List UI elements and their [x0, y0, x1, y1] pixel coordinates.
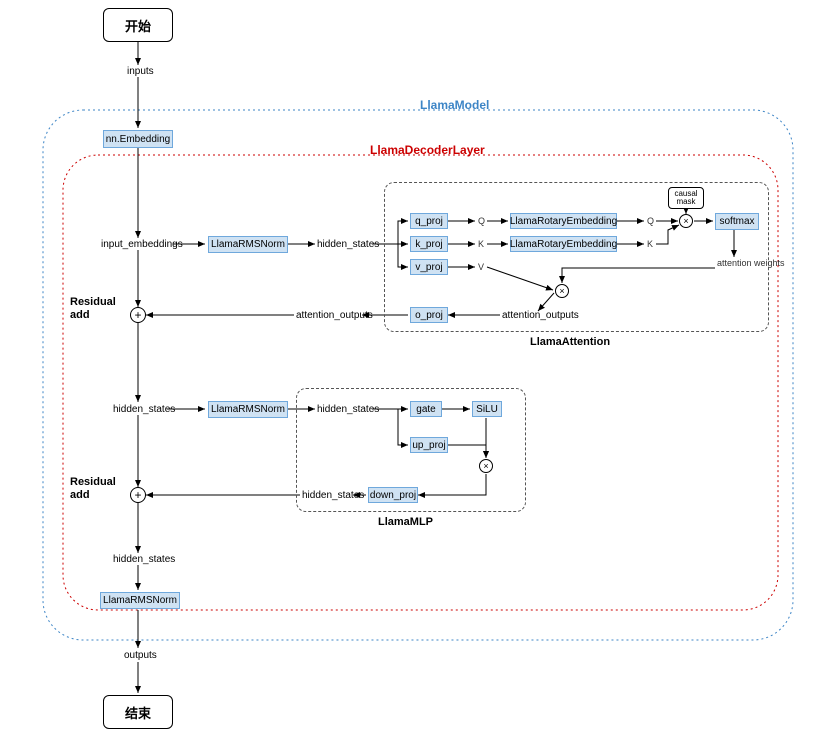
input-embeddings-label: input_embeddings [101, 239, 183, 250]
outputs-label: outputs [124, 650, 157, 661]
hidden-states-mlp-label: hidden_states [302, 490, 364, 501]
llama-decoder-title: LlamaDecoderLayer [370, 143, 485, 157]
llama-attention-title: LlamaAttention [530, 336, 610, 348]
rmsnorm-2-label: LlamaRMSNorm [211, 404, 285, 415]
o-proj-label: o_proj [415, 310, 443, 321]
nn-embedding-module: nn.Embedding [103, 130, 173, 148]
k-proj-label: k_proj [415, 239, 442, 250]
rmsnorm-1-label: LlamaRMSNorm [211, 239, 285, 250]
rmsnorm-1-module: LlamaRMSNorm [208, 236, 288, 253]
llama-model-title: LlamaModel [420, 98, 489, 112]
llama-mlp-title: LlamaMLP [378, 516, 433, 528]
k2-label: K [647, 239, 653, 249]
end-node: 结束 [103, 695, 173, 729]
down-proj-module: down_proj [368, 487, 418, 503]
residual-add-1-label: Residualadd [70, 296, 116, 322]
k-proj-module: k_proj [410, 236, 448, 252]
up-proj-module: up_proj [410, 437, 448, 453]
attn-outputs-left-label: attention_outputs [296, 310, 373, 321]
start-label: 开始 [125, 16, 151, 35]
hidden-states-2-label: hidden_states [113, 404, 175, 415]
mult-mlp-icon: × [479, 459, 493, 473]
residual-add-2-icon: + [130, 487, 146, 503]
rotary-q-module: LlamaRotaryEmbedding [510, 213, 617, 229]
inputs-label: inputs [127, 66, 154, 77]
softmax-label: softmax [720, 216, 755, 227]
rotary-k-module: LlamaRotaryEmbedding [510, 236, 617, 252]
hidden-states-1-label: hidden_states [317, 239, 379, 250]
attn-outputs-right-label: attention_outputs [502, 310, 579, 321]
residual-add-1-icon: + [130, 307, 146, 323]
hidden-states-4-label: hidden_states [113, 554, 175, 565]
rotary-k-label: LlamaRotaryEmbedding [510, 239, 617, 250]
start-node: 开始 [103, 8, 173, 42]
q-proj-label: q_proj [415, 216, 443, 227]
gate-module: gate [410, 401, 442, 417]
causal-mask-label: causal mask [669, 190, 703, 206]
q2-label: Q [647, 216, 654, 226]
gate-label: gate [416, 404, 435, 415]
rmsnorm-3-module: LlamaRMSNorm [100, 592, 180, 609]
end-label: 结束 [125, 703, 151, 722]
rmsnorm-3-label: LlamaRMSNorm [103, 595, 177, 606]
nn-embedding-label: nn.Embedding [106, 134, 171, 145]
down-proj-label: down_proj [370, 490, 416, 501]
diagram-canvas [0, 0, 819, 745]
mult-qk-icon: × [679, 214, 693, 228]
softmax-module: softmax [715, 213, 759, 230]
v-proj-label: v_proj [415, 262, 442, 273]
mult-attn-icon: × [555, 284, 569, 298]
v-proj-module: v_proj [410, 259, 448, 275]
k-label: K [478, 239, 484, 249]
attention-weights-label: attention weights [717, 259, 785, 269]
q-proj-module: q_proj [410, 213, 448, 229]
silu-module: SiLU [472, 401, 502, 417]
v-label: V [478, 262, 484, 272]
up-proj-label: up_proj [412, 440, 445, 451]
residual-add-2-label: Residualadd [70, 476, 116, 502]
causal-mask-box: causal mask [668, 187, 704, 209]
q-label: Q [478, 216, 485, 226]
silu-label: SiLU [476, 404, 498, 415]
rmsnorm-2-module: LlamaRMSNorm [208, 401, 288, 418]
rotary-q-label: LlamaRotaryEmbedding [510, 216, 617, 227]
o-proj-module: o_proj [410, 307, 448, 323]
